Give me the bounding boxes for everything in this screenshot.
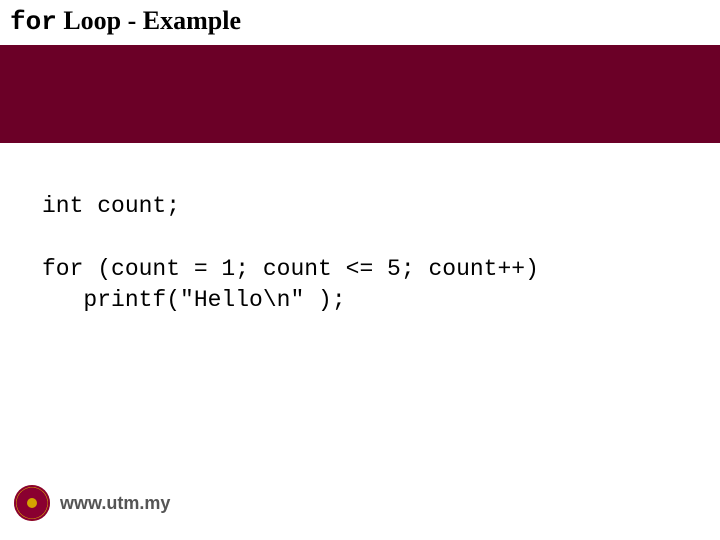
- title-keyword: for: [10, 7, 57, 37]
- title-rest: Loop - Example: [57, 6, 241, 35]
- header-bar: [0, 45, 720, 143]
- code-line-2: for (count = 1; count <= 5; count++): [42, 254, 680, 285]
- utm-logo-icon: [14, 485, 50, 521]
- code-line-1: int count;: [42, 191, 680, 222]
- footer-url: www.utm.my: [60, 493, 170, 514]
- content-area: int count; for (count = 1; count <= 5; c…: [0, 143, 720, 316]
- title-band: for Loop - Example: [0, 0, 720, 45]
- footer: www.utm.my: [0, 466, 720, 540]
- code-line-3: printf("Hello\n" );: [42, 285, 680, 316]
